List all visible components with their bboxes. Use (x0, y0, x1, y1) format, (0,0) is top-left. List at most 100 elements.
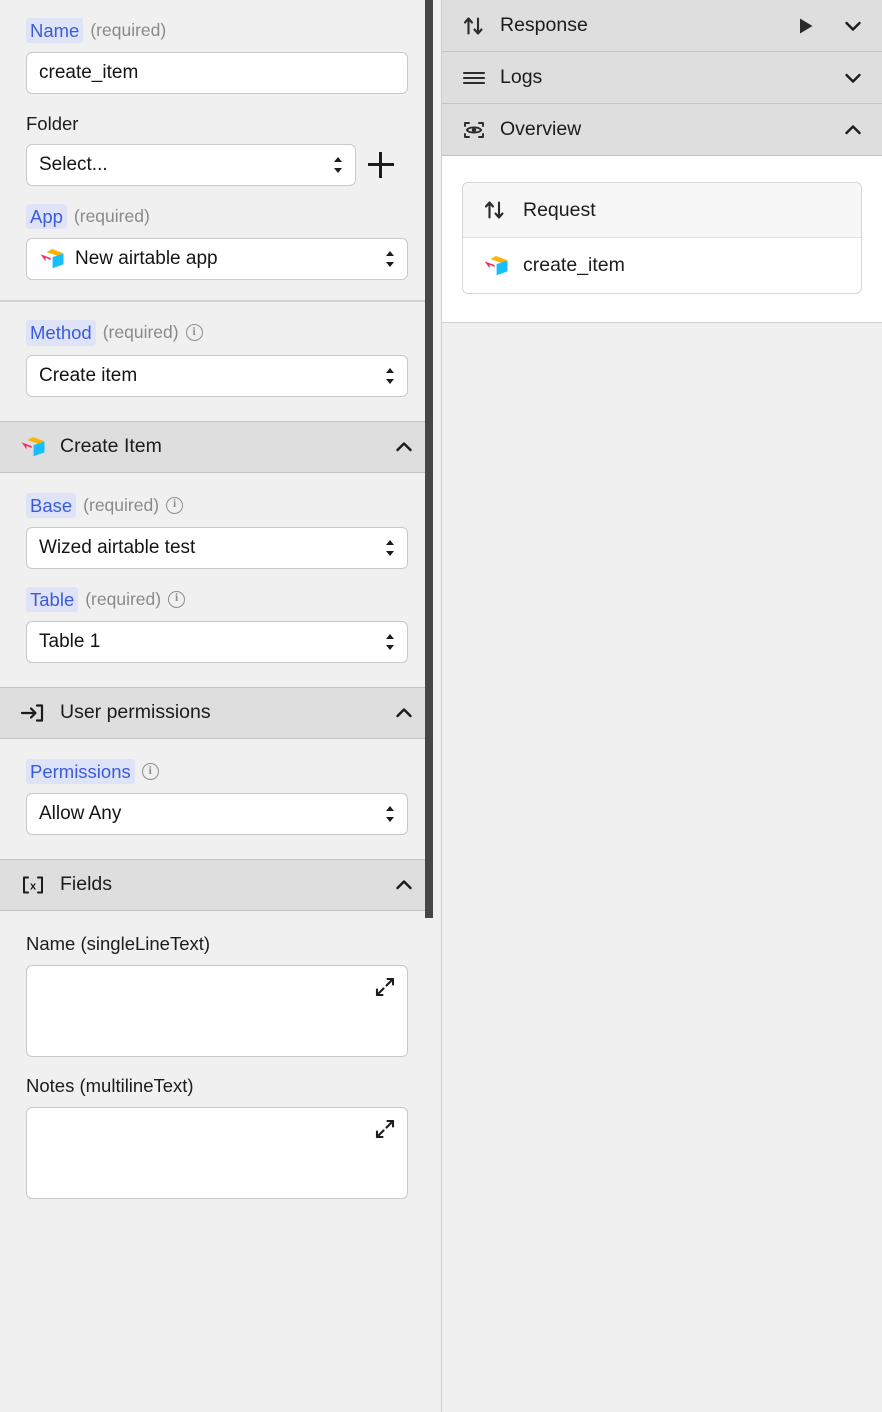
method-info-icon[interactable]: i (185, 324, 203, 342)
field-entry-label: Name (singleLineText) (26, 932, 211, 954)
field-entry: Name (singleLineText) (26, 932, 408, 1057)
fields-body: Name (singleLineText) Notes (multilineTe… (0, 910, 433, 1223)
section-title-fields: Fields (60, 873, 113, 896)
table-required-note: (required) (85, 588, 162, 609)
inspector-panel: Response Logs Overview Request create_it… (441, 0, 882, 1412)
field-entry-label: Notes (multilineText) (26, 1074, 194, 1096)
svg-text:x: x (30, 880, 37, 892)
chevron-up-icon[interactable] (842, 119, 864, 141)
method-select-value: Create item (39, 364, 138, 386)
permissions-select-value: Allow Any (39, 802, 122, 824)
panel-scrollbar-thumb[interactable] (425, 0, 433, 918)
chevron-updown-icon (386, 367, 394, 384)
login-arrow-icon (20, 702, 48, 724)
add-folder-button[interactable] (368, 152, 394, 179)
chevron-up-icon[interactable] (393, 702, 415, 724)
field-entry-input[interactable] (26, 1106, 408, 1199)
app-required-note: (required) (73, 206, 150, 227)
method-label-row: Method (required) i (26, 320, 407, 346)
permissions-select[interactable]: Allow Any (26, 792, 408, 835)
name-label: Name (26, 18, 84, 44)
field-entry: Notes (multilineText) (26, 1074, 408, 1199)
folder-field-group: Folder Select... (26, 112, 407, 187)
panel-scrollbar[interactable] (425, 0, 433, 1412)
section-title-create-item: Create Item (60, 435, 162, 457)
permissions-field-group: Permissions i Allow Any (26, 758, 408, 835)
base-field-group: Base (required) i Wized airtable test (26, 492, 408, 569)
airtable-icon (40, 249, 64, 269)
table-select[interactable]: Table 1 (26, 620, 408, 663)
folder-select[interactable]: Select... (26, 144, 356, 187)
overview-row-create-item[interactable]: create_item (463, 238, 861, 293)
chevron-down-icon[interactable] (842, 15, 864, 37)
base-info-icon[interactable]: i (166, 496, 184, 514)
table-info-icon[interactable]: i (168, 590, 186, 608)
table-select-value: Table 1 (39, 630, 101, 652)
app-field-group: App (required) New airtable app (26, 204, 408, 281)
base-select[interactable]: Wized airtable test (26, 526, 408, 569)
app-select-value: New airtable app (75, 248, 218, 270)
name-input[interactable]: create_item (26, 52, 408, 95)
chevron-updown-icon (334, 157, 342, 174)
updown-arrows-icon (462, 15, 488, 37)
folder-select-row: Select... (26, 144, 407, 187)
expand-icon[interactable] (374, 1118, 396, 1140)
panel-header-logs[interactable]: Logs (442, 52, 882, 104)
chevron-updown-icon (386, 805, 394, 822)
updown-arrows-icon (483, 199, 509, 221)
chevron-up-icon[interactable] (393, 436, 415, 458)
name-required-note: (required) (90, 20, 167, 41)
user-permissions-body: Permissions i Allow Any (0, 738, 433, 859)
method-block: Method (required) i Create item (0, 302, 433, 421)
play-icon[interactable] (796, 16, 816, 36)
base-select-value: Wized airtable test (39, 536, 196, 558)
workflow-editor: Name (required) create_item Folder Selec… (0, 0, 882, 1412)
panel-header-response[interactable]: Response (442, 0, 882, 52)
expand-icon[interactable] (374, 976, 396, 998)
name-field-group: Name (required) create_item (26, 18, 408, 95)
overview-card: Request create_item (462, 182, 862, 294)
hamburger-lines-icon (462, 67, 488, 89)
panel-gap (433, 0, 441, 1412)
table-field-group: Table (required) i Table 1 (26, 586, 408, 663)
panel-header-overview[interactable]: Overview (442, 104, 882, 156)
method-select[interactable]: Create item (26, 354, 408, 397)
chevron-updown-icon (386, 539, 394, 556)
name-input-value: create_item (39, 62, 139, 84)
app-select[interactable]: New airtable app (26, 238, 408, 281)
request-config-panel: Name (required) create_item Folder Selec… (0, 0, 433, 1412)
base-required-note: (required) (83, 494, 160, 515)
section-header-user-permissions[interactable]: User permissions (0, 686, 433, 739)
general-settings-block: Name (required) create_item Folder Selec… (0, 0, 433, 301)
chevron-updown-icon (386, 633, 394, 650)
airtable-icon (483, 255, 509, 277)
base-label-row: Base (required) i (26, 492, 407, 518)
app-label-row: App (required) (26, 204, 407, 230)
chevron-up-icon[interactable] (393, 874, 415, 896)
panel-title-logs: Logs (500, 66, 543, 88)
section-header-create-item[interactable]: Create Item (0, 420, 433, 473)
name-label-row: Name (required) (26, 18, 407, 44)
eye-scan-icon (462, 119, 488, 141)
create-item-body: Base (required) i Wized airtable test Ta… (0, 472, 433, 687)
method-field-group: Method (required) i Create item (26, 320, 408, 397)
chevron-down-icon[interactable] (842, 67, 864, 89)
permissions-label-row: Permissions i (26, 758, 407, 784)
table-label: Table (26, 586, 79, 612)
overview-row-label: create_item (523, 254, 625, 276)
base-label: Base (26, 492, 77, 518)
field-entry-input[interactable] (26, 964, 408, 1057)
chevron-updown-icon (386, 251, 394, 268)
permissions-info-icon[interactable]: i (141, 762, 159, 780)
method-label: Method (26, 320, 96, 346)
folder-label-row: Folder (26, 112, 407, 135)
table-label-row: Table (required) i (26, 586, 407, 612)
panel-title-response: Response (500, 14, 588, 36)
section-header-fields[interactable]: x Fields (0, 858, 433, 911)
overview-row-label: Request (523, 198, 596, 221)
overview-content: Request create_item (442, 156, 882, 323)
variable-brackets-icon: x (20, 874, 48, 896)
overview-row-request[interactable]: Request (463, 183, 861, 238)
method-required-note: (required) (102, 322, 179, 343)
folder-select-value: Select... (39, 154, 108, 176)
